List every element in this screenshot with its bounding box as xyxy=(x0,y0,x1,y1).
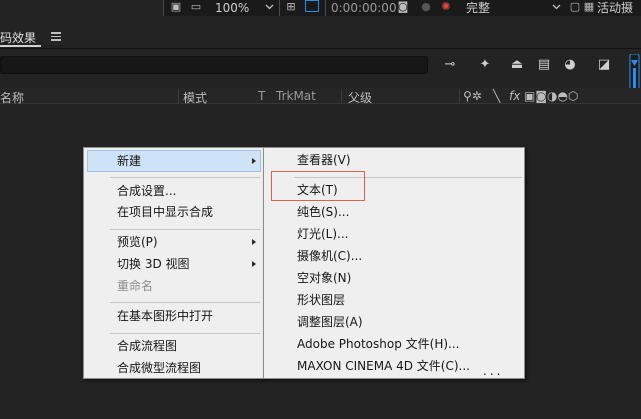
toolbar-divider xyxy=(325,0,326,16)
toolbar-divider xyxy=(279,0,280,16)
menu-item-camera[interactable]: 摄像机(C)... xyxy=(297,246,362,267)
column-parent[interactable]: 父级 xyxy=(348,89,372,106)
menu-item-reveal-in-project[interactable]: 在项目中显示合成 xyxy=(117,202,213,223)
graph-editor-icon[interactable]: ◪ xyxy=(595,57,613,73)
layer-context-menu: 新建 合成设置... 在项目中显示合成 预览(P) 切换 3D 视图 重命名 在… xyxy=(83,147,265,379)
menu-item-adjustment-layer[interactable]: 调整图层(A) xyxy=(297,312,363,333)
switches-icon[interactable]: ⚲✲ xyxy=(463,89,482,103)
menu-separator xyxy=(110,333,260,334)
zoom-dropdown[interactable]: 100% xyxy=(215,0,249,16)
text-item-callout-box xyxy=(271,171,365,201)
column-divider xyxy=(178,89,179,103)
menu-item-null-object[interactable]: 空对象(N) xyxy=(297,268,351,289)
column-preserve-transparency[interactable]: T xyxy=(258,89,265,103)
resolution-dropdown[interactable]: 完整 xyxy=(466,0,490,16)
frame-blending-icon[interactable]: ▤ xyxy=(535,57,553,73)
motion-blur-icon[interactable]: ◕ xyxy=(561,57,579,73)
layer-columns-header: 名称 模式 T TrkMat 父级 ⚲✲ ╲ fx ▣◙◑◓⬡ xyxy=(0,88,641,106)
fit-icon[interactable]: ⊞ xyxy=(285,1,297,13)
column-trkmat[interactable]: TrkMat xyxy=(276,89,316,103)
toolbar-divider xyxy=(163,0,164,16)
channel-icon[interactable]: ● xyxy=(420,1,432,13)
submenu-arrow-icon xyxy=(252,158,256,164)
active-tab-indicator xyxy=(0,45,41,47)
menu-item-shape-layer[interactable]: 形状图层 xyxy=(297,290,345,311)
chevron-down-icon[interactable] xyxy=(552,2,561,11)
snapshot-icon[interactable]: ▣ xyxy=(170,1,182,13)
menu-item-rename: 重命名 xyxy=(117,279,154,293)
menu-highlight xyxy=(87,150,261,172)
composition-toolbar: ▣ ▭ 100% ⊞ 0:00:00:00 ◙ ● ✺ 完整 ▢ ▦ 活动摄 xyxy=(0,0,641,16)
color-channels-icon[interactable]: ✺ xyxy=(440,1,452,13)
panel-divider xyxy=(0,48,641,49)
transparency-grid-icon[interactable]: ▦ xyxy=(583,1,595,13)
shy-switch-icon[interactable]: ╲ xyxy=(493,89,501,103)
composition-tab[interactable]: 码效果 xyxy=(0,29,36,46)
menu-item-solid[interactable]: 纯色(S)... xyxy=(297,202,349,223)
draft-3d-icon[interactable]: ✦ xyxy=(476,57,494,73)
region-of-interest-icon[interactable] xyxy=(305,0,319,12)
menu-item-light[interactable]: 灯光(L)... xyxy=(297,224,349,245)
menu-item-switch-3d-view[interactable]: 切换 3D 视图 xyxy=(117,254,190,275)
menu-item-mini-flowchart[interactable]: 合成微型流程图 xyxy=(117,358,201,379)
layer-switch-icons[interactable]: ▣◙◑◓⬡ xyxy=(524,89,578,103)
chevron-down-icon[interactable] xyxy=(265,2,274,11)
toolbar-left-area xyxy=(0,0,163,16)
menu-item-photoshop-file[interactable]: Adobe Photoshop 文件(H)... xyxy=(297,334,459,355)
menu-separator xyxy=(110,229,260,230)
menu-separator xyxy=(110,302,260,303)
column-name[interactable]: 名称 xyxy=(0,89,24,106)
layer-search-input[interactable] xyxy=(0,56,428,74)
menu-item-new[interactable]: 新建 xyxy=(117,151,141,172)
menu-item-open-in-essential-graphics[interactable]: 在基本图形中打开 xyxy=(117,306,213,327)
shy-layers-icon[interactable]: ⏏ xyxy=(508,57,526,73)
timecode-display[interactable]: 0:00:00:00 xyxy=(331,0,397,16)
composition-mini-flowchart-icon[interactable]: ⊸ xyxy=(441,57,459,73)
submenu-arrow-icon xyxy=(252,239,256,245)
camera-icon[interactable]: ◙ xyxy=(397,1,409,13)
column-divider xyxy=(459,89,460,103)
menu-item-viewer[interactable]: 查看器(V) xyxy=(297,150,351,171)
active-camera-dropdown[interactable]: 活动摄 xyxy=(597,0,633,16)
menu-item-composition-settings[interactable]: 合成设置... xyxy=(117,181,176,202)
menu-item-composition-flowchart[interactable]: 合成流程图 xyxy=(117,336,177,357)
menu-item-cinema-4d-file[interactable]: MAXON CINEMA 4D 文件(C)... xyxy=(297,356,470,377)
region-icon[interactable]: ▢ xyxy=(569,1,581,13)
panel-menu-icon[interactable] xyxy=(51,32,61,43)
column-divider xyxy=(341,89,342,103)
column-mode[interactable]: 模式 xyxy=(183,89,207,106)
timeline-panel-header: 码效果 xyxy=(0,22,641,48)
monitor-icon[interactable]: ▭ xyxy=(190,1,202,13)
menu-item-preview[interactable]: 预览(P) xyxy=(117,232,158,253)
effects-switch[interactable]: fx xyxy=(509,89,520,103)
menu-separator xyxy=(110,177,260,178)
submenu-arrow-icon xyxy=(252,261,256,267)
trailing-dots: ... xyxy=(483,364,504,378)
